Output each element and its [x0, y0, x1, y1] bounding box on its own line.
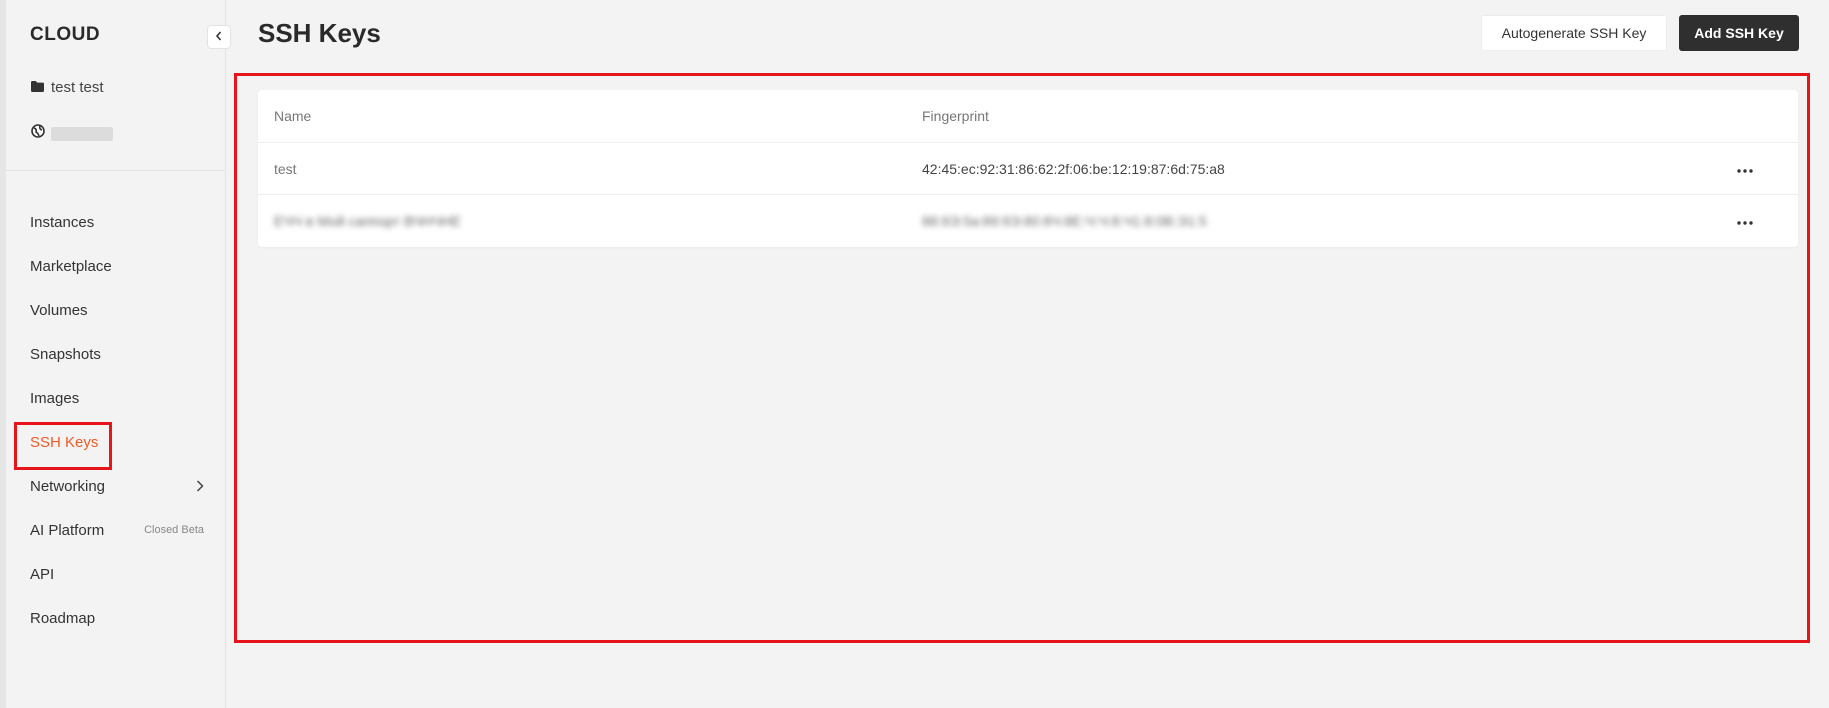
column-header-fingerprint: Fingerprint	[922, 108, 989, 124]
more-options-icon	[1737, 212, 1753, 230]
key-fingerprint: 42:45:ec:92:31:86:62:2f:06:be:12:19:87:6…	[922, 160, 1225, 177]
sidebar-item-instances[interactable]: Instances	[6, 200, 226, 244]
sidebar-divider	[6, 170, 226, 171]
sidebar-collapse-button[interactable]	[207, 25, 231, 49]
sidebar-item-label: Roadmap	[30, 609, 96, 627]
key-name: test	[274, 160, 297, 177]
sidebar-item-marketplace[interactable]: Marketplace	[6, 244, 226, 288]
row-actions-button[interactable]	[1730, 209, 1760, 233]
project-name: test test	[51, 79, 104, 96]
key-fingerprint-redacted: 88:9Э:5а:89:9Э:80:8Ч:8Е:Ч:Ч:8:Ч1:8:0В:Э1…	[922, 213, 1207, 229]
add-ssh-key-button[interactable]: Add SSH Key	[1679, 15, 1799, 51]
sidebar-item-images[interactable]: Images	[6, 376, 226, 420]
sidebar-item-label: Instances	[30, 213, 95, 231]
key-name-redacted: ЕЧЧ в Мой саппорт ВЧНЧНЕ	[274, 213, 461, 229]
sidebar-item-label: SSH Keys	[30, 433, 99, 451]
project-selector[interactable]: test test	[31, 79, 104, 96]
globe-icon	[31, 124, 45, 143]
sidebar-item-ai-platform[interactable]: AI Platform Closed Beta	[6, 508, 226, 552]
closed-beta-badge: Closed Beta	[144, 524, 204, 536]
page-title: SSH Keys	[258, 18, 381, 48]
sidebar-nav: Instances Marketplace Volumes Snapshots …	[6, 200, 226, 640]
sidebar-item-label: Networking	[30, 477, 106, 495]
autogenerate-ssh-key-button[interactable]: Autogenerate SSH Key	[1481, 15, 1667, 51]
app-root: CLOUD test test Instances Marketplace Vo…	[0, 0, 1829, 708]
folder-icon	[31, 79, 44, 96]
account-selector[interactable]	[31, 124, 113, 143]
sidebar-item-api[interactable]: API	[6, 552, 226, 596]
sidebar-item-label: Volumes	[30, 301, 88, 319]
sidebar-item-label: API	[30, 565, 55, 583]
table-row: test 42:45:ec:92:31:86:62:2f:06:be:12:19…	[258, 142, 1798, 194]
sidebar-item-snapshots[interactable]: Snapshots	[6, 332, 226, 376]
sidebar-item-label: Snapshots	[30, 345, 101, 363]
chevron-right-icon	[196, 480, 204, 492]
ssh-keys-table: Name Fingerprint test 42:45:ec:92:31:86:…	[258, 90, 1798, 247]
sidebar-item-networking[interactable]: Networking	[6, 464, 226, 508]
brand-logo: CLOUD	[30, 24, 101, 45]
row-actions-button[interactable]	[1730, 157, 1760, 181]
sidebar: CLOUD test test Instances Marketplace Vo…	[6, 0, 226, 708]
sidebar-item-label: Images	[30, 389, 80, 407]
sidebar-item-roadmap[interactable]: Roadmap	[6, 596, 226, 640]
chevron-left-icon	[215, 28, 223, 46]
sidebar-item-label: Marketplace	[30, 257, 112, 275]
sidebar-item-ssh-keys[interactable]: SSH Keys	[6, 420, 226, 470]
more-options-icon	[1737, 160, 1753, 178]
sidebar-item-volumes[interactable]: Volumes	[6, 288, 226, 332]
table-header: Name Fingerprint	[258, 90, 1798, 142]
column-header-name: Name	[274, 108, 312, 124]
sidebar-item-label: AI Platform	[30, 521, 105, 539]
account-name-redacted	[51, 126, 113, 141]
table-row: ЕЧЧ в Мой саппорт ВЧНЧНЕ 88:9Э:5а:89:9Э:…	[258, 194, 1798, 247]
